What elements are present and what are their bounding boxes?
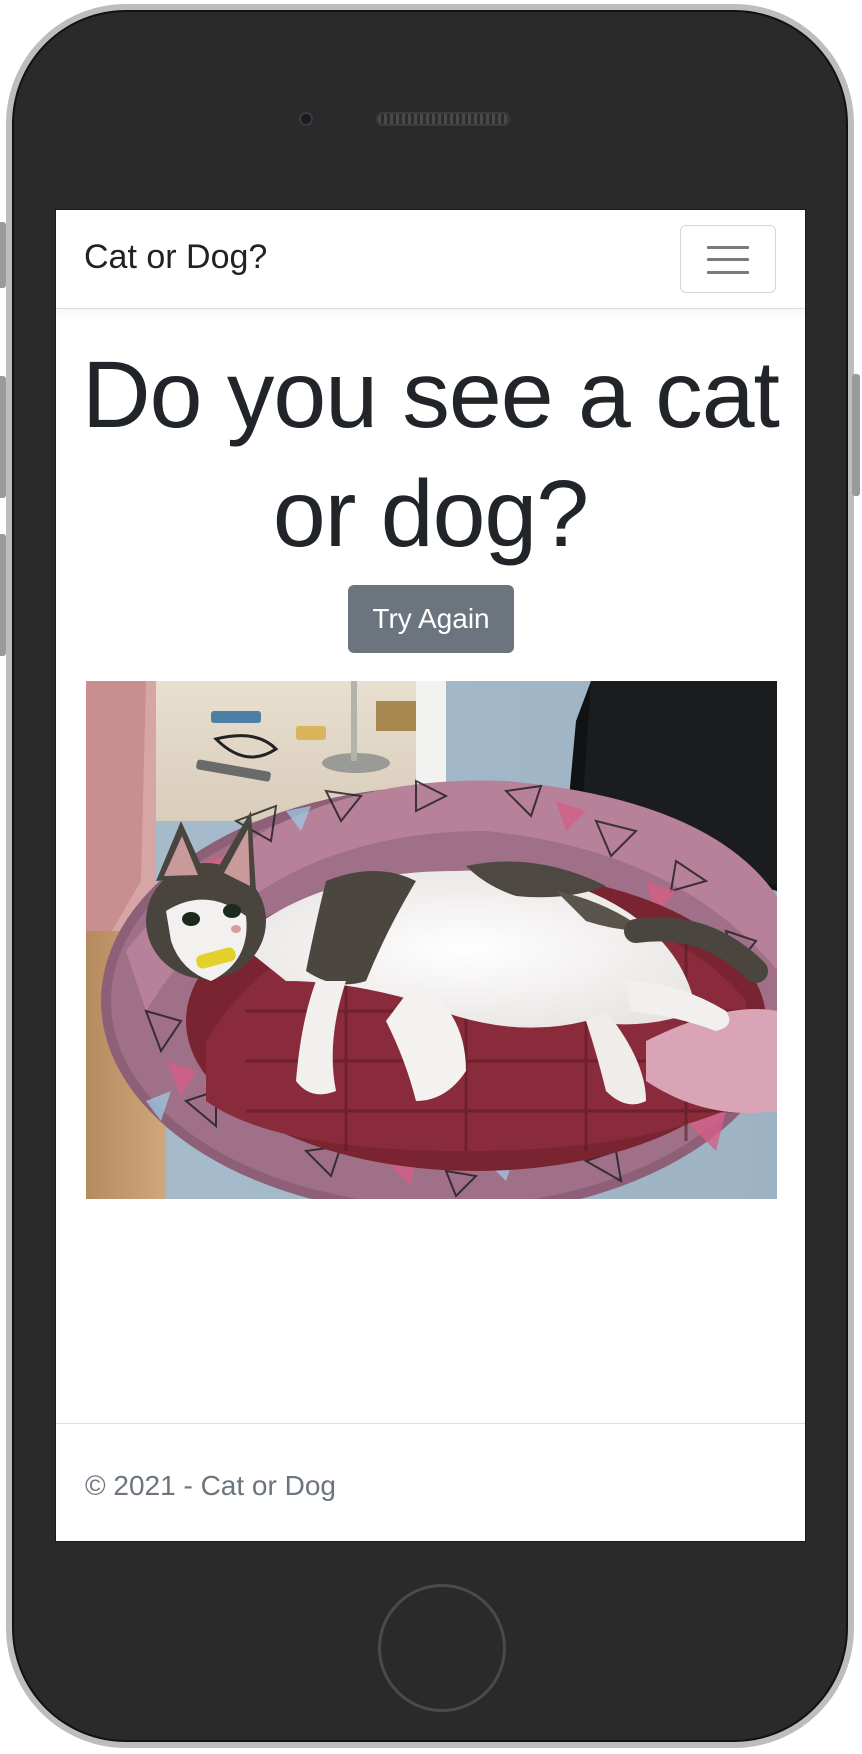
try-again-button[interactable]: Try Again: [348, 585, 514, 653]
home-button[interactable]: [378, 1584, 506, 1712]
footer: © 2021 - Cat or Dog: [56, 1423, 805, 1541]
navbar-toggler-button[interactable]: [680, 225, 776, 293]
front-camera: [299, 112, 313, 126]
footer-copyright: © 2021 - Cat or Dog: [85, 1470, 336, 1501]
navbar: Cat or Dog?: [56, 210, 805, 309]
phone-screen: Cat or Dog? Do you see a cat or dog? Try…: [55, 209, 806, 1542]
cat-photo: [86, 681, 777, 1199]
earpiece-speaker: [376, 112, 510, 126]
volume-down-button: [0, 534, 6, 656]
page-title: Do you see a cat or dog?: [82, 342, 780, 567]
volume-up-button: [0, 376, 6, 498]
mute-switch: [0, 222, 6, 288]
power-button: [852, 374, 860, 496]
navbar-brand[interactable]: Cat or Dog?: [84, 240, 267, 274]
